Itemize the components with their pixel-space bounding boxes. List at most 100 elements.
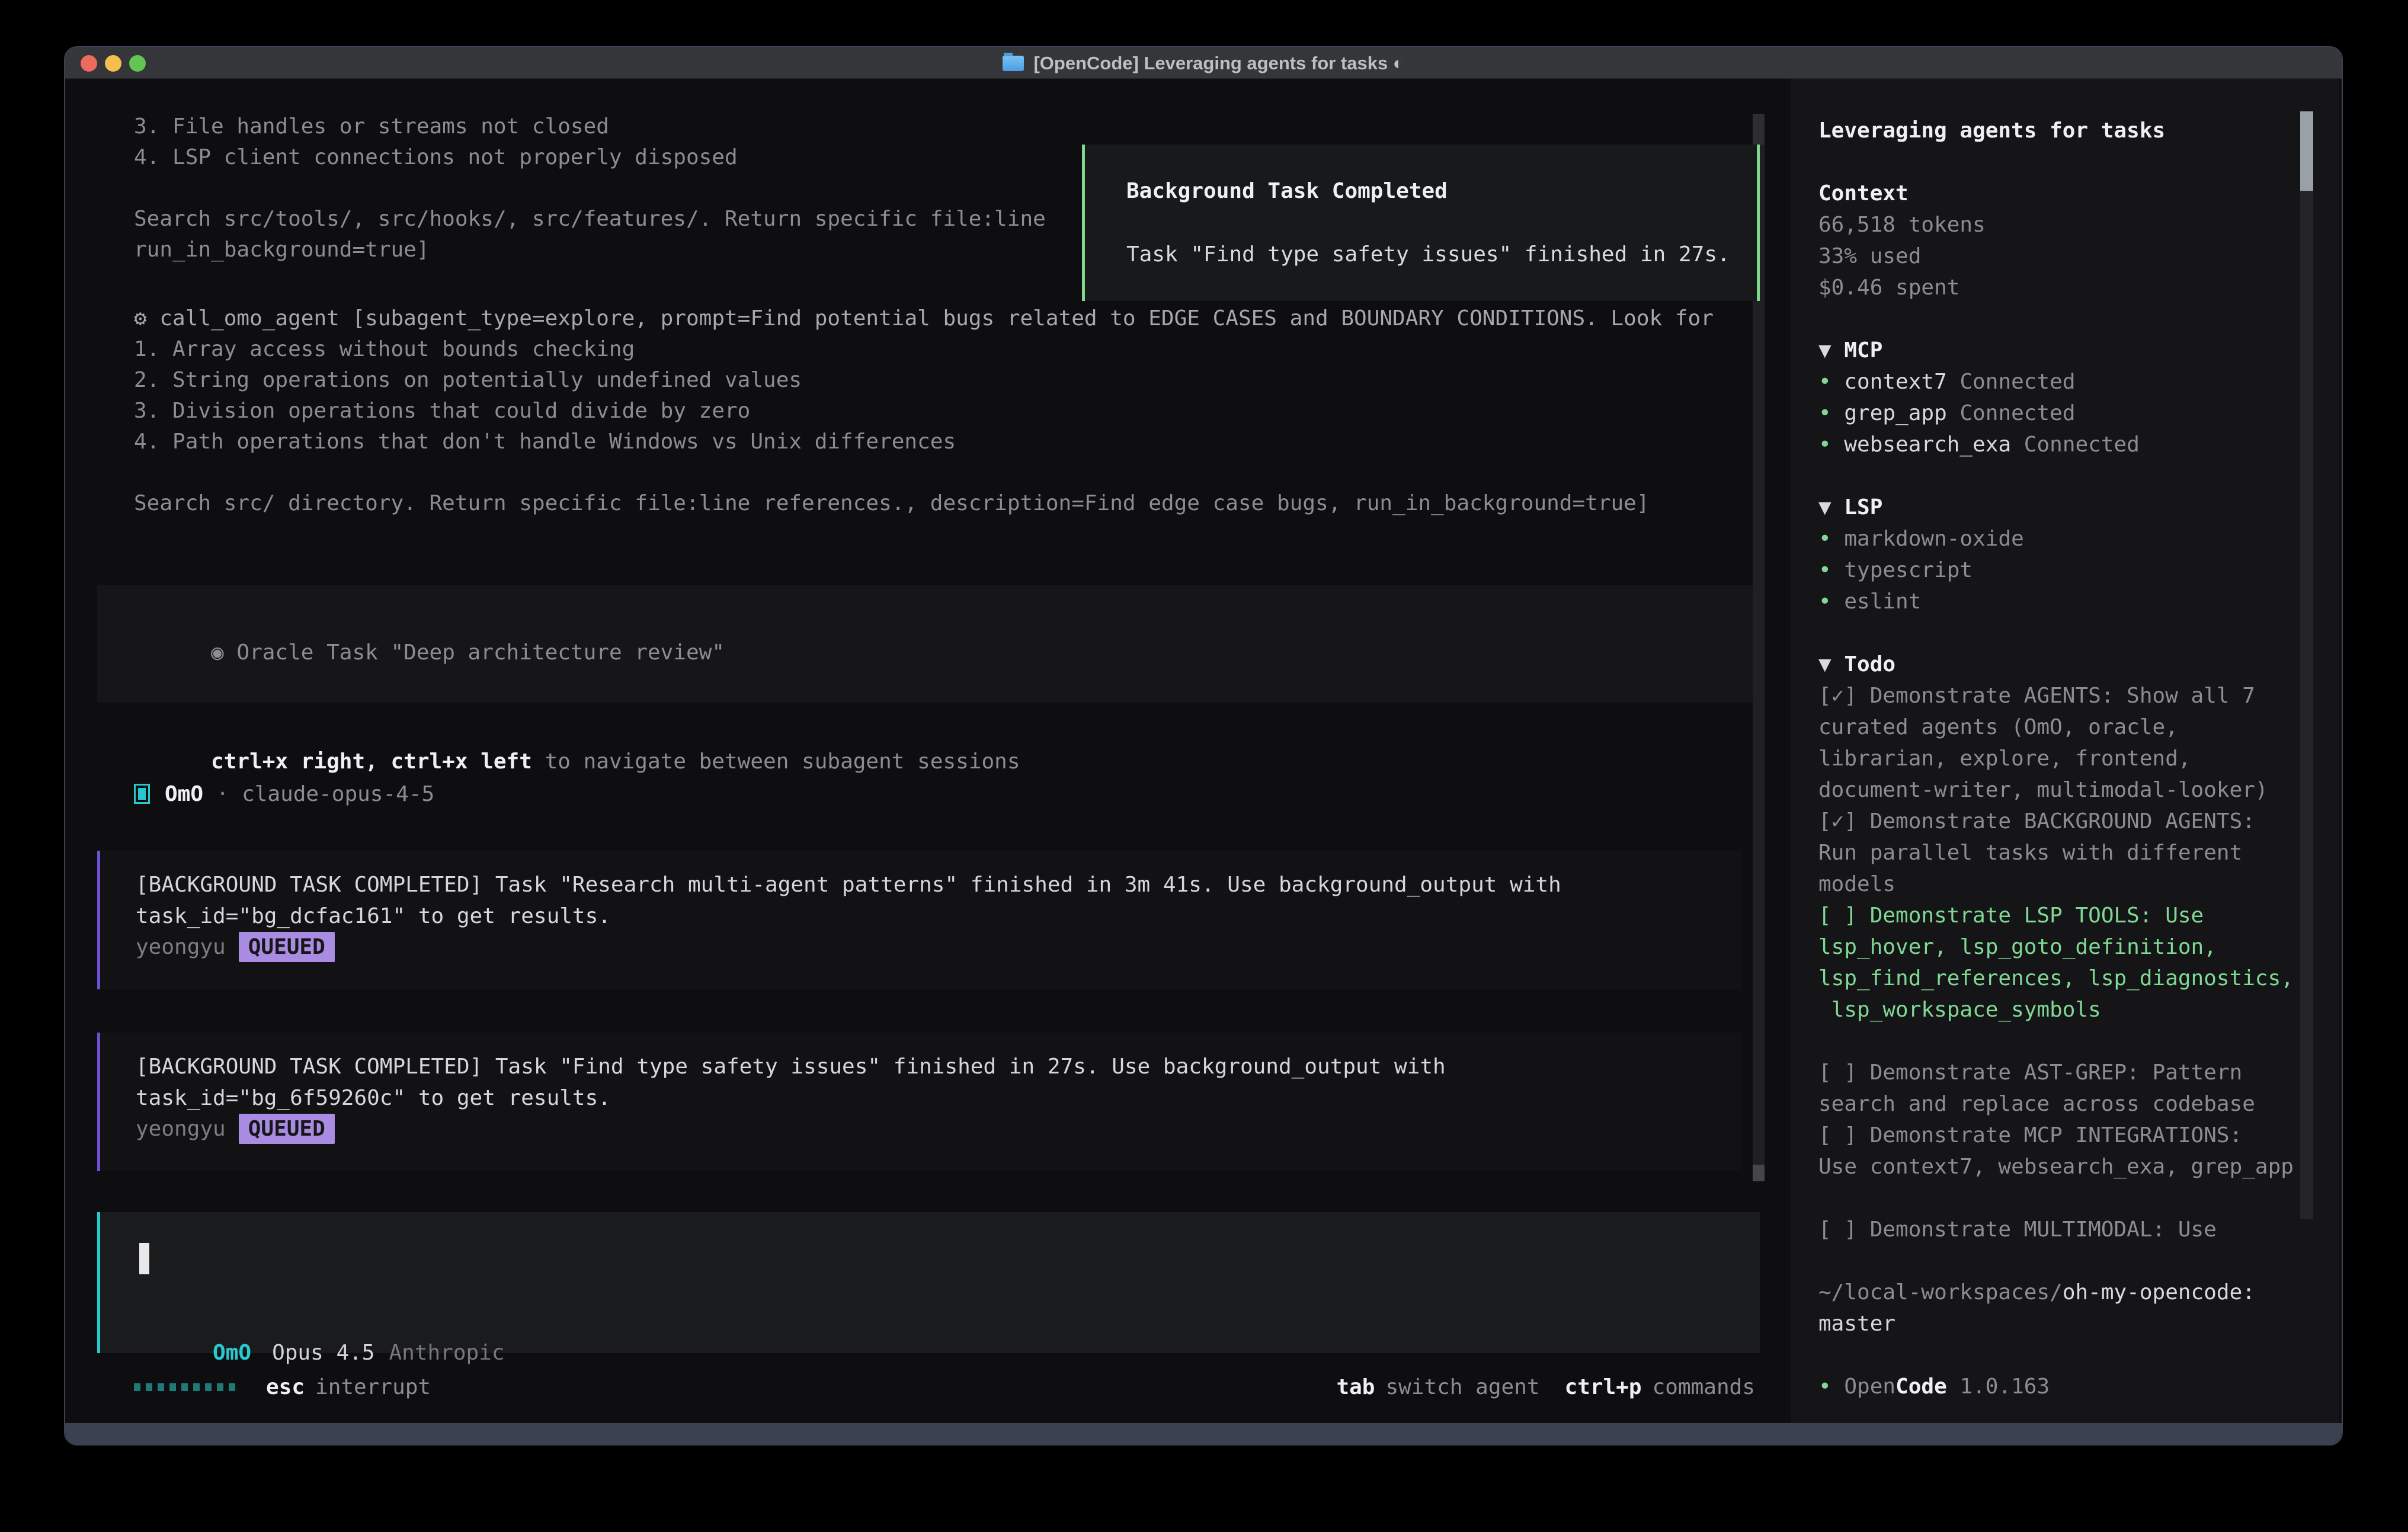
terminal-line: [BACKGROUND TASK COMPLETED] Task "Find t… [136,1052,1742,1083]
text-segment: Search src/ directory. Return specific f… [134,491,1650,515]
agent-model: claude-opus-4-5 [242,782,434,806]
sidebar-line: [ ] Demonstrate AST-GREP: Pattern [1818,1057,2310,1088]
sidebar-line: ~/local-workspaces/oh-my-opencode: [1818,1277,2310,1308]
notification-toast: Background Task Completed Task "Find typ… [1082,145,1760,301]
sidebar-line: ▼ Todo [1818,649,2310,680]
token-count: 66,518 tokens [1818,213,1986,237]
text-segment: typescript [1844,558,1972,582]
text-segment: websearch_exa [1844,432,2023,457]
sidebar-line [1818,1182,2310,1214]
esc-key-label: interrupt [315,1375,431,1399]
sidebar-line: curated agents (OmO, oracle, [1818,711,2310,743]
separator-dot: · [203,782,242,806]
sidebar-line: [✓] Demonstrate AGENTS: Show all 7 [1818,680,2310,711]
sidebar-line: • context7 Connected [1818,366,2310,398]
text-segment: 3. File handles or streams not closed [134,114,609,139]
folder-icon [1003,56,1024,71]
status-bar: esc interrupt tab switch agent ctrl+p co… [134,1371,1755,1402]
text-segment: lsp_workspace_symbols [1818,998,2101,1022]
text-segment: [ ] Demonstrate MCP INTEGRATIONS: [1818,1123,2242,1148]
sidebar-line: $0.46 spent [1818,272,2310,303]
cost-spent: $0.46 spent [1818,275,1959,300]
text-segment: [BACKGROUND TASK COMPLETED] Task "Find t… [136,1055,1446,1079]
title-bar[interactable]: [OpenCode] Leveraging agents for tasks ◐ [65,47,2342,79]
text-segment: [✓] Demonstrate AGENTS: Show all 7 [1818,684,2255,708]
sidebar-line: models [1818,868,2310,900]
main-scrollbar-cap [1753,114,1765,145]
terminal-line: ⚙ call_omo_agent [subagent_type=explore,… [134,303,1817,334]
gear-icon: ⚙ [134,306,159,331]
sidebar-line: 66,518 tokens [1818,209,2310,241]
main-scrollbar-thumb[interactable] [1753,1165,1765,1181]
text-segment: [ ] Demonstrate LSP TOOLS: Use [1818,903,2204,928]
sidebar-line [1818,617,2310,649]
text-segment: yeongyu [136,935,226,959]
text-segment: grep_app [1844,401,1959,425]
terminal-line: 4. Path operations that don't handle Win… [134,427,1817,457]
sidebar-scrollbar-thumb[interactable] [2300,111,2313,191]
text-segment: context7 [1844,370,1959,394]
text-segment: eslint [1844,589,1921,614]
tool-call-block: ⚙ call_omo_agent [subagent_type=explore,… [134,303,1817,519]
sidebar-line [1818,1245,2310,1277]
sidebar-line: [ ] Demonstrate MCP INTEGRATIONS: [1818,1120,2310,1151]
sidebar-line: Context [1818,178,2310,209]
text-segment: 4. LSP client connections not properly d… [134,145,738,169]
queued-badge: QUEUED [239,1114,335,1144]
sidebar-line: • grep_app Connected [1818,398,2310,429]
spinner-dots-icon [134,1383,235,1391]
sidebar-line: Use context7, websearch_exa, grep_app [1818,1151,2310,1182]
shortcut-hint: to navigate between subagent sessions [532,749,1020,774]
sidebar-line: • typescript [1818,555,2310,586]
sidebar-line: lsp_workspace_symbols [1818,994,2310,1025]
prompt-input[interactable]: OmOOpus 4.5Anthropic [97,1212,1760,1353]
text-segment: [ ] Demonstrate AST-GREP: Pattern [1818,1060,2242,1085]
todo-header: Todo [1844,652,1895,677]
collapse-triangle-icon: ▼ [1818,652,1844,677]
text-segment: 1. Array access without bounds checking [134,337,635,361]
text-segment: [ ] Demonstrate MULTIMODAL: Use [1818,1217,2217,1242]
terminal-line: [BACKGROUND TASK COMPLETED] Task "Resear… [136,870,1742,901]
sidebar-line: lsp_find_references, lsp_diagnostics, [1818,963,2310,994]
status-bullet-icon: • [1818,432,1844,457]
text-cursor [139,1243,149,1274]
sidebar-line [1818,1339,2310,1371]
opencode-window: [OpenCode] Leveraging agents for tasks ◐… [64,46,2343,1446]
sidebar-scrollbar[interactable] [2300,111,2313,1219]
input-meta: OmOOpus 4.5Anthropic [136,1307,505,1338]
oracle-task-panel: ◉ Oracle Task "Deep architecture review"… [97,585,1760,703]
sidebar-line: [ ] Demonstrate LSP TOOLS: Use [1818,900,2310,931]
status-bullet-icon: • [1818,370,1844,394]
terminal-line: task_id="bg_dcfac161" to get results. [136,901,1742,932]
sidebar-line: Leveraging agents for tasks [1818,115,2310,146]
sidebar-line [1818,303,2310,335]
sidebar-line: ▼ LSP [1818,492,2310,523]
notification-body: Task "Find type safety issues" finished … [1126,239,1757,270]
status-bullet-icon: • [1818,589,1844,614]
tab-key-label: switch agent [1385,1375,1539,1399]
text-segment: lsp_hover, lsp_goto_definition, [1818,935,2217,959]
subagent-icon: ◉ [211,640,236,665]
text-segment: Run parallel tasks with different [1818,841,2242,865]
text-segment: Connected [1959,401,2075,425]
text-segment: Connected [1959,370,2075,394]
status-bullet-icon: • [1818,558,1844,582]
terminal-line [134,457,1817,488]
status-left: esc interrupt [134,1375,431,1399]
text-segment: search and replace across codebase [1818,1092,2255,1116]
sidebar-line [1818,1025,2310,1057]
text-segment: master [1818,1312,1895,1336]
text-segment: ~/local-workspaces/ [1818,1280,2063,1305]
text-segment: oh-my-opencode: [2063,1280,2255,1305]
sidebar-line: • eslint [1818,586,2310,617]
text-segment: Search src/tools/, src/hooks/, src/featu… [134,207,1046,231]
version-number: 1.0.163 [1947,1374,2050,1399]
status-bullet-icon: • [1818,527,1844,551]
terminal-line: yeongyuQUEUED [136,1114,1742,1145]
window-title-wrap: [OpenCode] Leveraging agents for tasks ◐ [65,47,2342,79]
ctrlp-key-hint: ctrl+p [1565,1375,1642,1399]
sidebar-line [1818,146,2310,178]
input-provider-name: Anthropic [389,1341,504,1365]
sidebar-line: librarian, explore, frontend, [1818,743,2310,774]
agent-name: OmO [165,782,203,806]
